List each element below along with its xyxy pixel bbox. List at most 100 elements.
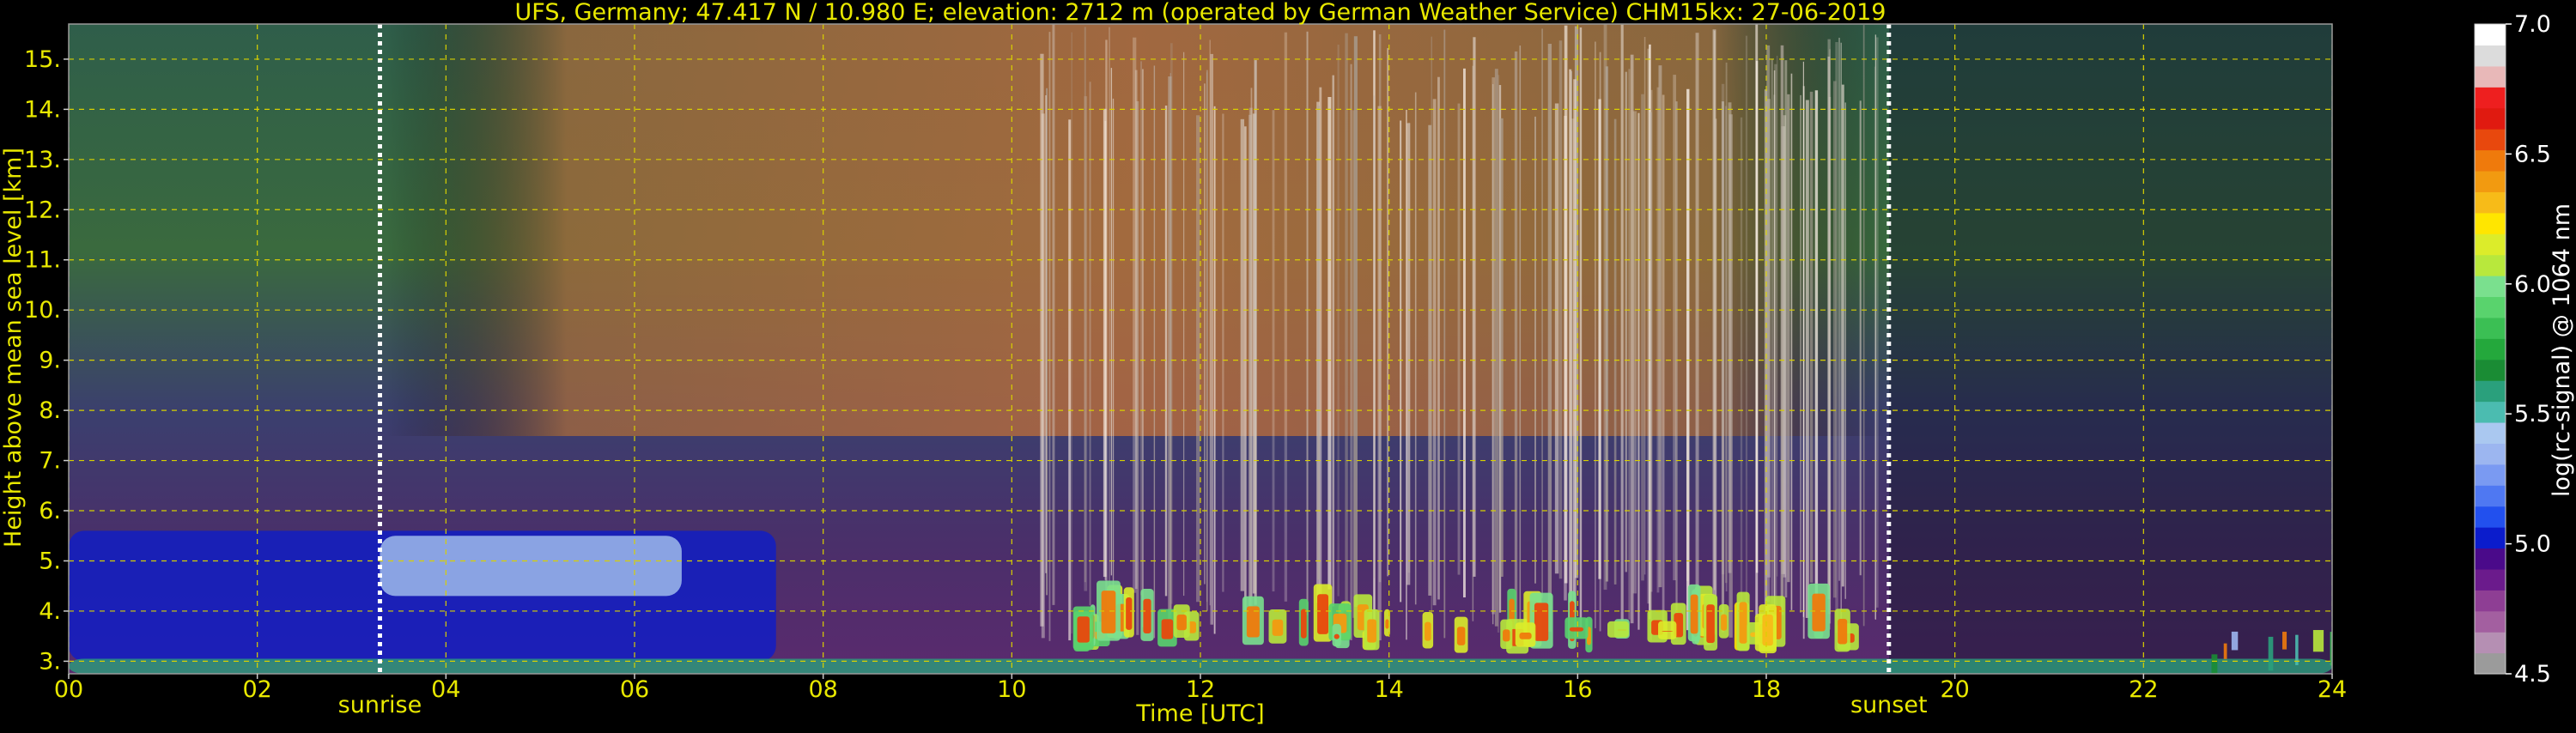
cloud-cell-core [1272,619,1284,636]
cloud-cell-core [1762,614,1773,646]
noise-streak [1443,29,1446,639]
noise-streak [1317,106,1320,580]
cloud-cell-core [1176,614,1187,631]
noise-streak [1613,118,1617,585]
evening-cloud-cell [2282,632,2287,650]
colorbar-band [2475,296,2506,318]
colorbar-band [2475,632,2506,654]
cloud-cell-core [1690,594,1698,634]
cloud-cell-core [1126,597,1133,630]
y-tick-label: 12. [24,197,61,223]
noise-streak [1350,64,1352,640]
noise-streak [1805,100,1809,618]
noise-streak [1332,75,1334,607]
cloud-cell-core [1367,619,1376,643]
noise-streak [1827,39,1831,615]
colorbar-bands [2475,24,2506,675]
noise-streak [1712,29,1716,610]
y-axis-ticks: 3. 4. 5. 6. 7. 8. 9. 10. 11. 12. 13. 14. 15. [24,46,69,675]
ceilometer-chart: UFS, Germany; 47.417 N / 10.980 E; eleva… [0,0,2576,730]
noise-streak [1378,33,1382,583]
cloud-cell-core [1706,604,1715,644]
noise-streak [1048,32,1051,641]
noise-streak [1686,106,1690,581]
noise-streak [1620,24,1624,621]
noise-streak [1457,103,1461,575]
feature-elevated-aerosol-layer [380,536,682,597]
y-tick-label: 7. [39,448,61,475]
noise-streak [1387,48,1388,577]
noise-streak [1673,75,1677,581]
noise-streak [1790,73,1793,610]
noise-streak [1431,36,1432,635]
cloud-cell-core [1077,616,1090,643]
noise-streak [1780,45,1784,615]
noise-streak [1809,91,1814,583]
cloud-cell-core [1503,629,1510,642]
y-axis-label: Height above mean sea level [km] [0,148,27,548]
x-tick-label: 00 [54,676,83,703]
noise-streak [1432,99,1437,606]
colorbar-band [2475,149,2506,172]
colorbar-band [2475,170,2506,192]
colorbar-band [2475,506,2506,528]
noise-streak [1728,114,1733,638]
cloud-cell-core [1662,631,1674,633]
noise-streak [1547,44,1552,633]
colorbar-band [2475,380,2506,403]
cloud-cell-core [1519,632,1532,639]
cloud-cell-core [1161,619,1174,639]
noise-streak [1089,82,1091,606]
noise-streak [1771,58,1773,627]
noise-streak [1210,53,1214,625]
evening-cloud-cell [2231,631,2239,651]
noise-streak [1628,69,1631,620]
noise-streak [1832,81,1837,598]
noise-streak [1558,40,1563,579]
noise-streak [1695,33,1699,620]
noise-streak [1802,86,1805,639]
colorbar-tick-label: 5.0 [2514,531,2551,558]
noise-streak [1859,100,1862,576]
noise-streak [1345,33,1348,613]
colorbar-band [2475,45,2506,67]
noise-streak [1755,24,1759,617]
noise-streak [1721,83,1725,575]
noise-streak [1327,97,1332,590]
noise-streak [1209,39,1211,606]
noise-streak [1142,69,1144,627]
evening-cloud-cell [2312,630,2324,652]
evening-cloud-cell [2211,654,2218,674]
colorbar-band [2475,590,2506,612]
noise-streak [1658,65,1662,588]
plot-area [69,24,2332,674]
noise-streak [1182,51,1185,597]
colorbar-band [2475,527,2506,549]
noise-streak [1519,45,1522,633]
noise-streak [1112,98,1115,594]
colorbar-band [2475,317,2506,339]
colorbar-band [2475,338,2506,360]
x-tick-label: 16 [1563,676,1592,703]
noise-streak [1838,37,1840,581]
cloud-cell-core [1721,614,1728,631]
colorbar-band [2475,24,2506,46]
noise-streak [1784,60,1788,598]
colorbar-band [2475,254,2506,276]
cloud-cell-core [1385,619,1389,629]
noise-streak [1306,31,1309,615]
noise-streak [1473,37,1476,577]
colorbar-band [2475,463,2506,486]
noise-streak [1573,79,1577,610]
colorbar-band [2475,568,2506,591]
noise-streak [1874,34,1876,620]
noise-streak [1084,27,1086,583]
noise-streak [1213,106,1216,634]
night-dark-overlay-evening [1889,24,2332,674]
noise-streak [1170,43,1173,604]
noise-streak [1196,115,1200,603]
x-tick-label: 20 [1940,676,1969,703]
noise-streak [1632,111,1637,594]
x-tick-label: 02 [242,676,271,703]
chart-svg: UFS, Germany; 47.417 N / 10.980 E; eleva… [0,0,2575,727]
